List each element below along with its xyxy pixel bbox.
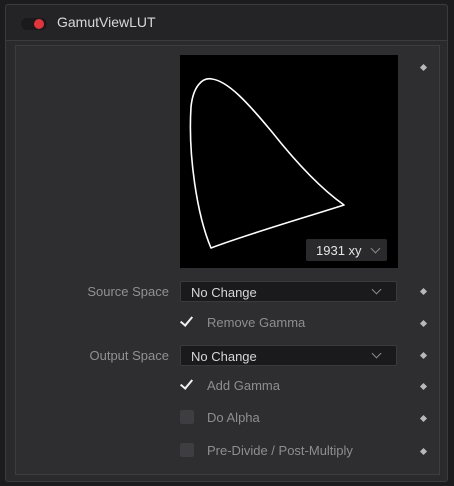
output-space-value: No Change: [191, 349, 257, 364]
source-space-label: Source Space: [87, 284, 169, 299]
chevron-down-icon: [371, 284, 382, 295]
pre-divide-label: Pre-Divide / Post-Multiply: [207, 443, 353, 458]
do-alpha-label: Do Alpha: [207, 410, 260, 425]
node-enable-toggle[interactable]: [21, 18, 47, 30]
output-space-select[interactable]: No Change: [180, 345, 397, 366]
node-title: GamutViewLUT: [57, 14, 156, 30]
toggle-knob: [34, 19, 44, 29]
source-space-value: No Change: [191, 285, 257, 300]
source-space-select[interactable]: No Change: [180, 281, 397, 302]
remove-gamma-label: Remove Gamma: [207, 315, 306, 330]
add-gamma-label: Add Gamma: [207, 378, 280, 393]
chevron-down-icon: [370, 243, 381, 254]
remove-gamma-checkbox[interactable]: [179, 313, 194, 329]
output-space-label: Output Space: [89, 348, 170, 363]
pre-divide-checkbox[interactable]: [180, 443, 194, 457]
gamut-diagram-label: 1931 xy: [316, 243, 362, 258]
chevron-down-icon: [371, 348, 382, 359]
add-gamma-checkbox[interactable]: [179, 376, 194, 392]
do-alpha-checkbox[interactable]: [180, 410, 194, 424]
gamut-diagram-dropdown[interactable]: 1931 xy: [306, 239, 387, 261]
gamut-diagram: 1931 xy: [180, 55, 398, 268]
node-header: GamutViewLUT: [6, 5, 447, 41]
checkmark-icon: [179, 313, 194, 327]
checkmark-icon: [179, 376, 194, 390]
gamut-curve: [189, 78, 345, 249]
